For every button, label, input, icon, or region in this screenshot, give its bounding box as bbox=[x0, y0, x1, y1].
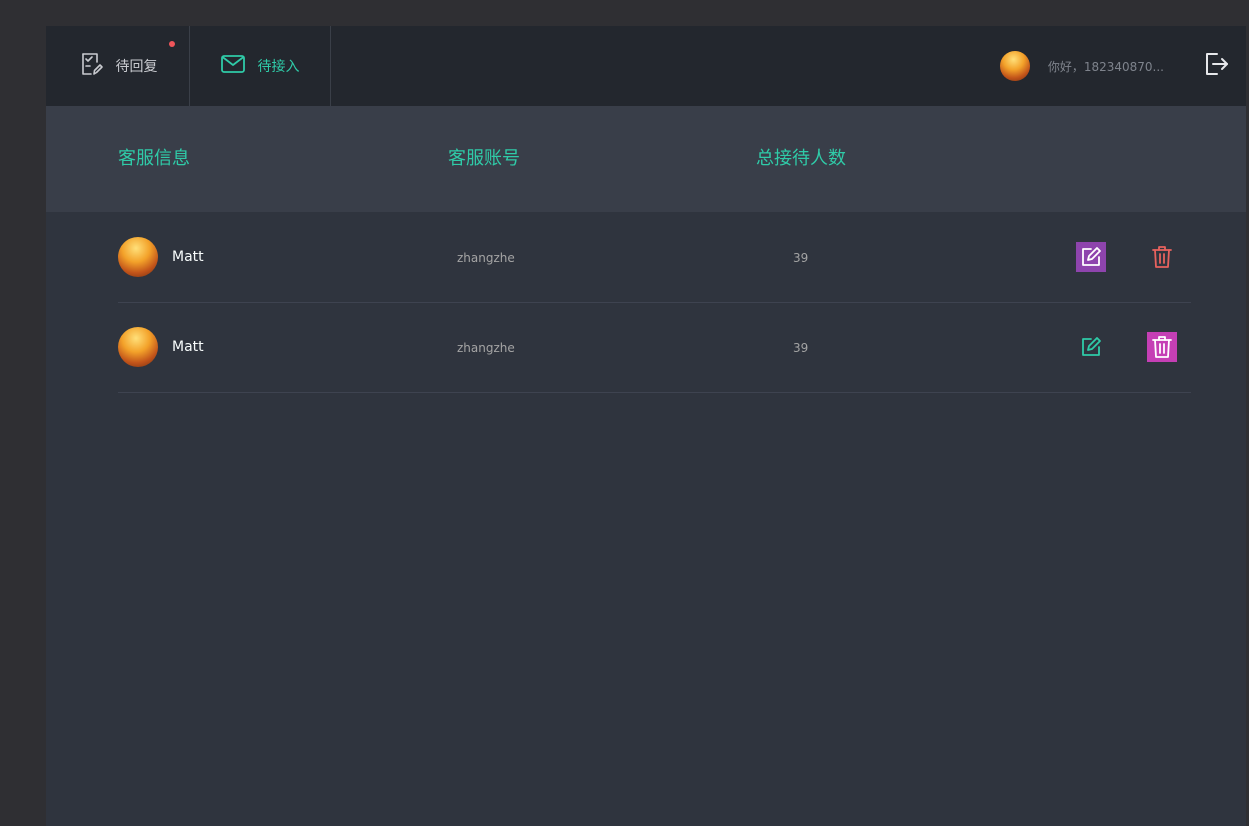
tab-pending-receive[interactable]: 待接入 bbox=[189, 26, 331, 106]
agent-name: Matt bbox=[172, 339, 204, 355]
edit-button[interactable] bbox=[1076, 242, 1106, 272]
pending-reply-icon bbox=[78, 51, 104, 81]
edit-button[interactable] bbox=[1076, 332, 1106, 362]
logout-icon[interactable] bbox=[1202, 50, 1230, 82]
column-header-agent-info: 客服信息 bbox=[118, 148, 190, 169]
table-row: Matt zhangzhe 39 bbox=[118, 212, 1191, 303]
agent-account: zhangzhe bbox=[457, 251, 515, 265]
app-window: 待回复 待接入 你好，182340870... 客服信息 客服账号 总接待人数 … bbox=[46, 26, 1246, 826]
top-bar: 待回复 待接入 你好，182340870... bbox=[46, 26, 1246, 106]
table-row: Matt zhangzhe 39 bbox=[118, 302, 1191, 393]
greeting-text: 你好，182340870... bbox=[1047, 59, 1164, 74]
edit-icon bbox=[1082, 337, 1101, 356]
mail-icon bbox=[220, 53, 246, 79]
total-count: 39 bbox=[793, 251, 809, 265]
agent-name: Matt bbox=[172, 249, 204, 265]
column-header-account: 客服账号 bbox=[448, 148, 520, 169]
edit-icon bbox=[1082, 247, 1101, 266]
tab-pending-reply[interactable]: 待回复 bbox=[46, 26, 190, 106]
trash-icon bbox=[1152, 336, 1172, 358]
total-count: 39 bbox=[793, 341, 809, 355]
tab-label: 待回复 bbox=[115, 59, 158, 75]
avatar[interactable] bbox=[999, 51, 1030, 81]
avatar bbox=[118, 327, 158, 367]
avatar bbox=[118, 237, 158, 277]
delete-button[interactable] bbox=[1147, 242, 1177, 272]
table-header: 客服信息 客服账号 总接待人数 bbox=[46, 106, 1246, 212]
agent-account: zhangzhe bbox=[457, 341, 515, 355]
tab-label: 待接入 bbox=[257, 59, 300, 75]
user-area: 你好，182340870... bbox=[999, 26, 1230, 106]
delete-button[interactable] bbox=[1147, 332, 1177, 362]
notification-dot bbox=[169, 41, 175, 47]
trash-icon bbox=[1152, 246, 1172, 268]
column-header-total: 总接待人数 bbox=[756, 148, 846, 169]
